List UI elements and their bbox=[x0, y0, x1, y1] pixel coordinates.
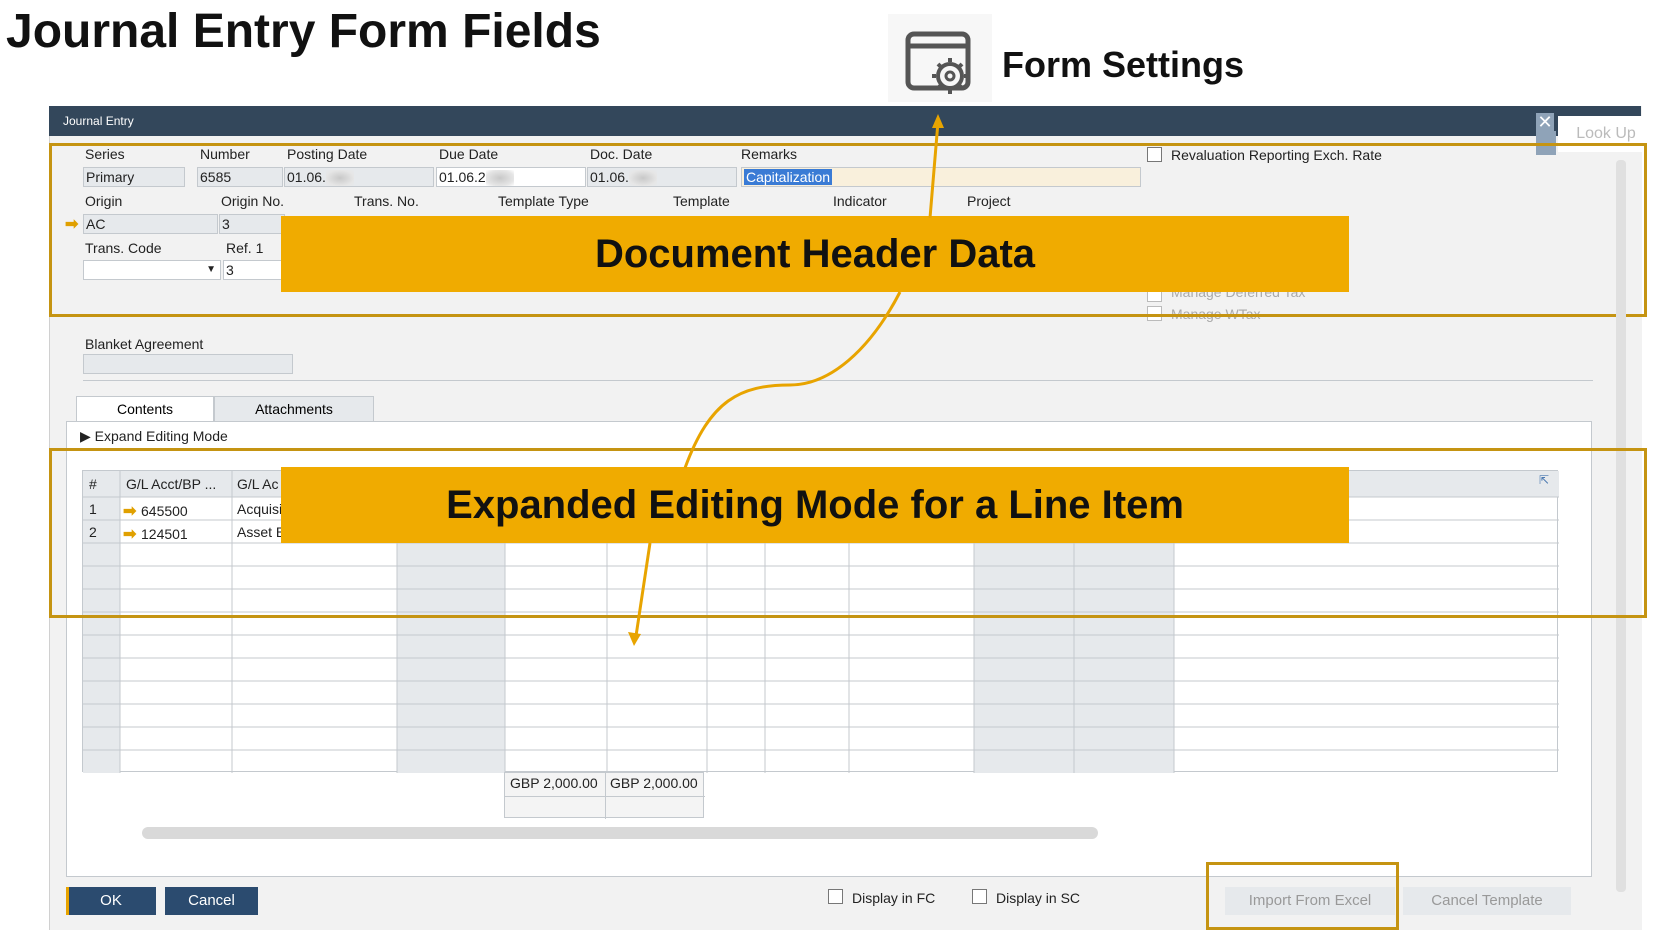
display-sc-label: Display in SC bbox=[996, 890, 1081, 906]
cancel-template-button[interactable]: Cancel Template bbox=[1403, 887, 1571, 915]
ok-button[interactable]: OK bbox=[66, 887, 156, 915]
display-fc-label: Display in FC bbox=[852, 890, 936, 906]
cancel-button[interactable]: Cancel bbox=[165, 887, 258, 915]
annotation-arrows bbox=[628, 114, 944, 646]
import-highlight-box bbox=[1206, 862, 1399, 930]
display-sc-checkbox[interactable] bbox=[972, 889, 987, 904]
display-fc-checkbox[interactable] bbox=[828, 889, 843, 904]
ok-focus-indicator bbox=[66, 887, 69, 915]
